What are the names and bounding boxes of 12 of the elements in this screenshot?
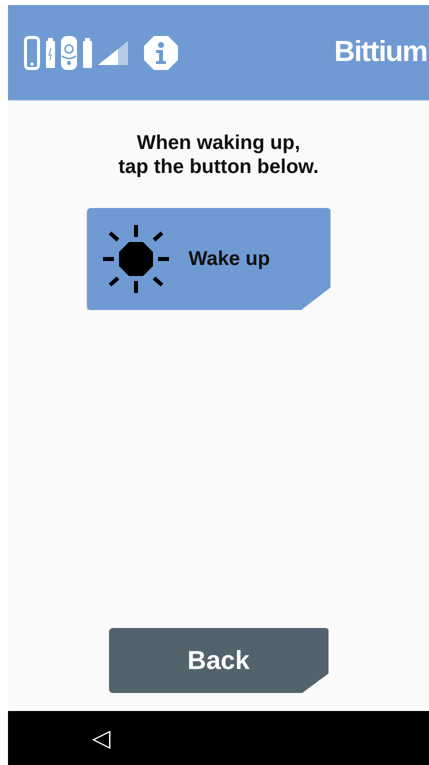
signal-icon — [98, 40, 128, 64]
battery-icon — [46, 38, 55, 68]
brand-logo: Bittium — [334, 36, 427, 69]
info-icon[interactable] — [144, 36, 178, 70]
instruction-text: When waking up, tap the button below. — [118, 131, 319, 179]
back-button[interactable]: Back — [108, 628, 328, 693]
wake-up-button[interactable]: Wake up — [86, 208, 330, 310]
phone-icon — [24, 36, 40, 70]
battery-icon — [83, 38, 92, 68]
back-nav-button[interactable]: ◁ — [92, 724, 110, 752]
sensor-device-icon — [61, 36, 77, 70]
sun-icon — [100, 223, 170, 295]
